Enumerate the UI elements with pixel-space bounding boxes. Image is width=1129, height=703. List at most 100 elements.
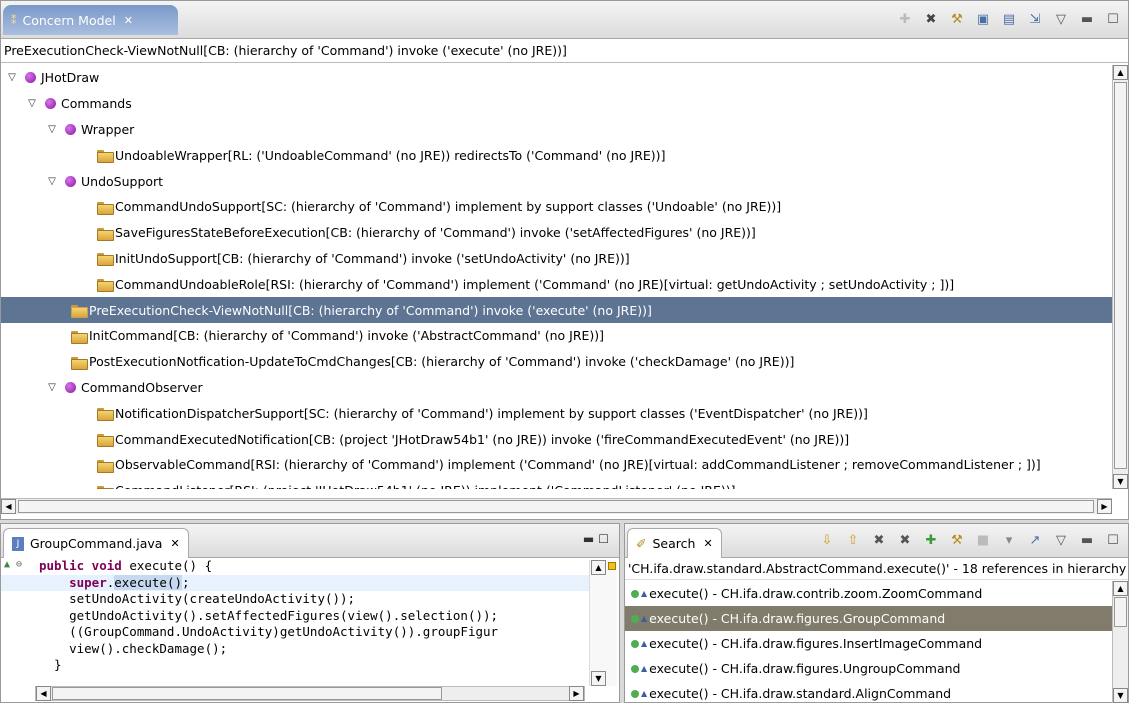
concern-tree: ▽ JHotDraw ▽ Commands ▽ Wrapper UndoableWrappe… xyxy=(1,65,1112,489)
search-result-item[interactable]: ▲ execute() - CH.ifa.draw.figures.Ungroup… xyxy=(625,656,1113,681)
search-result-item[interactable]: ▲ execute() - CH.ifa.draw.figures.GroupCo… xyxy=(625,606,1113,631)
folder-icon xyxy=(97,407,114,422)
code-line[interactable]: getUndoActivity().setAffectedFigures(vie… xyxy=(1,608,591,625)
scroll-up-icon[interactable]: ▲ xyxy=(1113,581,1128,596)
tree-fragment-node[interactable]: CommandExecutedNotification[CB: (project… xyxy=(1,426,1112,452)
maximize-icon[interactable]: ☐ xyxy=(1104,10,1122,28)
editor-horizontal-scrollbar[interactable]: ◀ ▶ xyxy=(35,686,585,701)
tree-fragment-node[interactable]: NotificationDispatcherSupport[SC: (hiera… xyxy=(1,400,1112,426)
scroll-thumb[interactable] xyxy=(52,687,442,700)
close-icon[interactable]: ✕ xyxy=(703,537,712,550)
tab-concern-model[interactable]: ⁑ Concern Model ✕ xyxy=(3,5,178,35)
tab-groupcommand-java[interactable]: J GroupCommand.java ✕ xyxy=(3,528,189,558)
tree-fragment-node[interactable]: PreExecutionCheck-ViewNotNull[CB: (hiera… xyxy=(1,297,1112,323)
concern-icon xyxy=(65,381,76,393)
scroll-right-icon[interactable]: ▶ xyxy=(569,686,584,701)
maximize-icon[interactable]: ☐ xyxy=(1104,531,1122,549)
tree-node-label: NotificationDispatcherSupport[SC: (hiera… xyxy=(115,405,868,421)
horizontal-scrollbar[interactable]: ◀ ▶ xyxy=(1,498,1112,514)
search-result-item[interactable]: ▲ execute() - CH.ifa.draw.contrib.zoom.Zo… xyxy=(625,581,1113,606)
tree-fragment-node[interactable]: InitUndoSupport[CB: (hierarchy of 'Comma… xyxy=(1,246,1112,272)
concern-tabbar: ⁑ Concern Model ✕ ✚ ✖ ⚒ ▣ ▤ ⇲ ▽ ▬ ☐ xyxy=(1,1,1128,39)
scroll-thumb[interactable] xyxy=(18,500,1094,513)
public-method-icon xyxy=(631,664,639,673)
search-vertical-scrollbar[interactable]: ▲ ▼ xyxy=(1112,581,1128,703)
add-to-concern-icon[interactable]: ✚ xyxy=(922,531,940,549)
remove-all-icon[interactable]: ✖ xyxy=(896,531,914,549)
tree-fragment-node[interactable]: ObservableCommand[RSI: (hierarchy of 'Co… xyxy=(1,452,1112,478)
scroll-left-icon[interactable]: ◀ xyxy=(1,499,16,514)
concern-path-field[interactable]: PreExecutionCheck-ViewNotNull[CB: (hiera… xyxy=(1,39,1128,63)
view-menu-icon[interactable]: ▽ xyxy=(1052,10,1070,28)
wand-icon[interactable]: ⚒ xyxy=(948,10,966,28)
save-as-icon[interactable]: ▤ xyxy=(1000,10,1018,28)
tree-node-label: SaveFiguresStateBeforeExecution[CB: (hie… xyxy=(115,225,756,241)
view-menu-icon[interactable]: ▽ xyxy=(1052,531,1070,549)
add-icon[interactable]: ✚ xyxy=(896,10,914,28)
expand-toggle-icon[interactable]: ▽ xyxy=(45,382,59,393)
tree-fragment-node[interactable]: CommandUndoSupport[SC: (hierarchy of 'Co… xyxy=(1,194,1112,220)
scroll-thumb[interactable] xyxy=(1114,82,1127,469)
history-dropdown-icon[interactable]: ▾ xyxy=(1000,531,1018,549)
wand-icon[interactable]: ⚒ xyxy=(948,531,966,549)
tree-concern-node[interactable]: ▽ Wrapper xyxy=(1,117,1112,143)
tree-concern-node[interactable]: ▽ UndoSupport xyxy=(1,168,1112,194)
pin-icon[interactable]: ↗ xyxy=(1026,531,1044,549)
override-icon: ▲ xyxy=(641,589,648,598)
editor-min-max-icons[interactable]: ▬☐ xyxy=(583,532,613,546)
search-result-item[interactable]: ▲ execute() - CH.ifa.draw.figures.InsertI… xyxy=(625,631,1113,656)
expand-toggle-icon[interactable]: ▽ xyxy=(5,72,19,83)
scroll-thumb[interactable] xyxy=(1114,597,1127,627)
close-icon[interactable]: ✕ xyxy=(124,14,133,27)
close-icon[interactable]: ✕ xyxy=(170,537,179,550)
tree-fragment-node[interactable]: CommandUndoableRole[RSI: (hierarchy of '… xyxy=(1,271,1112,297)
tree-fragment-node[interactable]: UndoableWrapper[RL: ('UndoableCommand' (… xyxy=(1,142,1112,168)
code-area[interactable]: ▲ ⊖ ➡ public void execute() { super.exec… xyxy=(1,558,591,686)
search-result-label: execute() - CH.ifa.draw.figures.InsertIm… xyxy=(649,636,983,651)
code-line[interactable]: public void execute() { xyxy=(1,558,591,575)
expand-toggle-icon[interactable]: ▽ xyxy=(45,124,59,135)
folder-icon xyxy=(97,459,114,473)
code-line[interactable]: } xyxy=(1,657,591,674)
code-line[interactable]: super.execute(); xyxy=(1,574,591,591)
tree-concern-node[interactable]: ▽ JHotDraw xyxy=(1,65,1112,91)
next-match-icon[interactable]: ⇩ xyxy=(818,531,836,549)
tree-concern-node[interactable]: ▽ CommandObserver xyxy=(1,375,1112,401)
search-result-label: execute() - CH.ifa.draw.standard.AlignCo… xyxy=(649,686,952,701)
export-icon[interactable]: ⇲ xyxy=(1026,10,1044,28)
search-result-item[interactable]: ▲ execute() - CH.ifa.draw.standard.AlignC… xyxy=(625,681,1113,703)
scroll-right-icon[interactable]: ▶ xyxy=(1097,499,1112,514)
save-icon[interactable]: ▣ xyxy=(974,10,992,28)
tab-search[interactable]: ✐ Search ✕ xyxy=(627,528,722,558)
minimize-icon[interactable]: ▬ xyxy=(1078,531,1096,549)
tree-fragment-node[interactable]: CommandListener[RSI: (project 'JHotDraw5… xyxy=(1,478,1112,489)
expand-toggle-icon[interactable]: ▽ xyxy=(25,98,39,109)
folder-icon xyxy=(97,201,114,215)
scroll-down-icon[interactable]: ▼ xyxy=(1113,474,1128,489)
flashlight-icon: ✐ xyxy=(636,536,647,551)
code-line[interactable]: view().checkDamage(); xyxy=(1,641,591,658)
tree-fragment-node[interactable]: SaveFiguresStateBeforeExecution[CB: (hie… xyxy=(1,220,1112,246)
tree-concern-node[interactable]: ▽ Commands xyxy=(1,91,1112,117)
scroll-up-icon[interactable]: ▲ xyxy=(1113,65,1128,80)
code-text: setUndoActivity(createUndoActivity()); xyxy=(39,591,356,606)
remove-match-icon[interactable]: ✖ xyxy=(870,531,888,549)
code-line[interactable]: setUndoActivity(createUndoActivity()); xyxy=(1,591,591,608)
scroll-up-icon[interactable]: ▲ xyxy=(591,560,606,575)
vertical-scrollbar[interactable]: ▲ ▼ xyxy=(1112,65,1128,489)
stop-icon[interactable]: ■ xyxy=(974,531,992,549)
code-line[interactable]: ((GroupCommand.UndoActivity)getUndoActiv… xyxy=(1,624,591,641)
delete-icon[interactable]: ✖ xyxy=(922,10,940,28)
tree-fragment-node[interactable]: InitCommand[CB: (hierarchy of 'Command')… xyxy=(1,323,1112,349)
tree-node-label: Commands xyxy=(61,96,132,112)
scroll-left-icon[interactable]: ◀ xyxy=(36,686,51,701)
scroll-down-icon[interactable]: ▼ xyxy=(591,671,606,686)
previous-match-icon[interactable]: ⇧ xyxy=(844,531,862,549)
tree-fragment-node[interactable]: PostExecutionNotfication-UpdateToCmdChan… xyxy=(1,349,1112,375)
editor-overview-ruler[interactable]: ▲ ▼ xyxy=(589,560,617,686)
expand-toggle-icon[interactable]: ▽ xyxy=(45,176,59,187)
public-method-icon xyxy=(631,639,639,648)
folder-icon xyxy=(97,433,114,448)
scroll-down-icon[interactable]: ▼ xyxy=(1113,688,1128,703)
minimize-icon[interactable]: ▬ xyxy=(1078,10,1096,28)
